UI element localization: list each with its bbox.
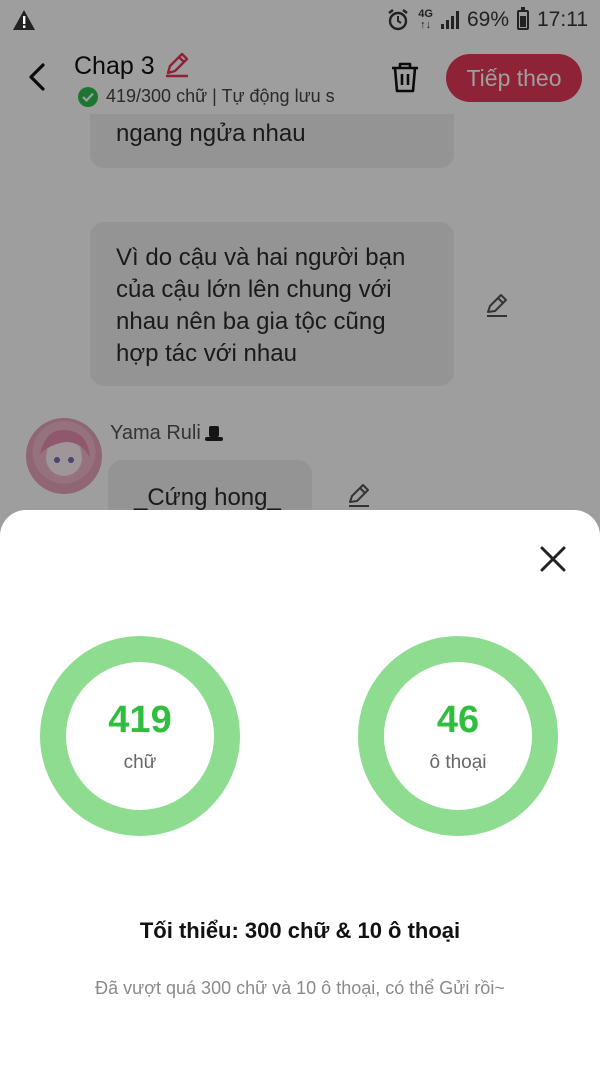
word-count-sheet: 419 chữ 46 ô thoại Tối thiểu: 300 chữ & … (0, 510, 600, 1067)
word-count-ring: 419 chữ (40, 636, 240, 836)
network-type: 4G ↑↓ (418, 8, 433, 31)
status-bar: 4G ↑↓ 69% 17:11 (0, 0, 600, 40)
signal-icon (440, 11, 459, 29)
battery-percent: 69% (466, 8, 509, 31)
dialog-count-value: 46 (436, 699, 480, 741)
alarm-icon (388, 9, 409, 31)
requirement-note: Đã vượt quá 300 chữ và 10 ô thoại, có th… (95, 978, 505, 998)
dialog-count-unit: ô thoại (429, 752, 487, 773)
clock: 17:11 (537, 8, 588, 31)
minimum-requirement: Tối thiểu: 300 chữ & 10 ô thoại (139, 918, 461, 943)
word-count-value: 419 (108, 699, 172, 741)
dialog-count-ring: 46 ô thoại (358, 636, 558, 836)
battery-icon (517, 7, 529, 30)
warning-icon (13, 10, 35, 30)
close-button[interactable] (536, 542, 570, 576)
close-icon (540, 546, 566, 572)
word-count-unit: chữ (123, 752, 157, 773)
